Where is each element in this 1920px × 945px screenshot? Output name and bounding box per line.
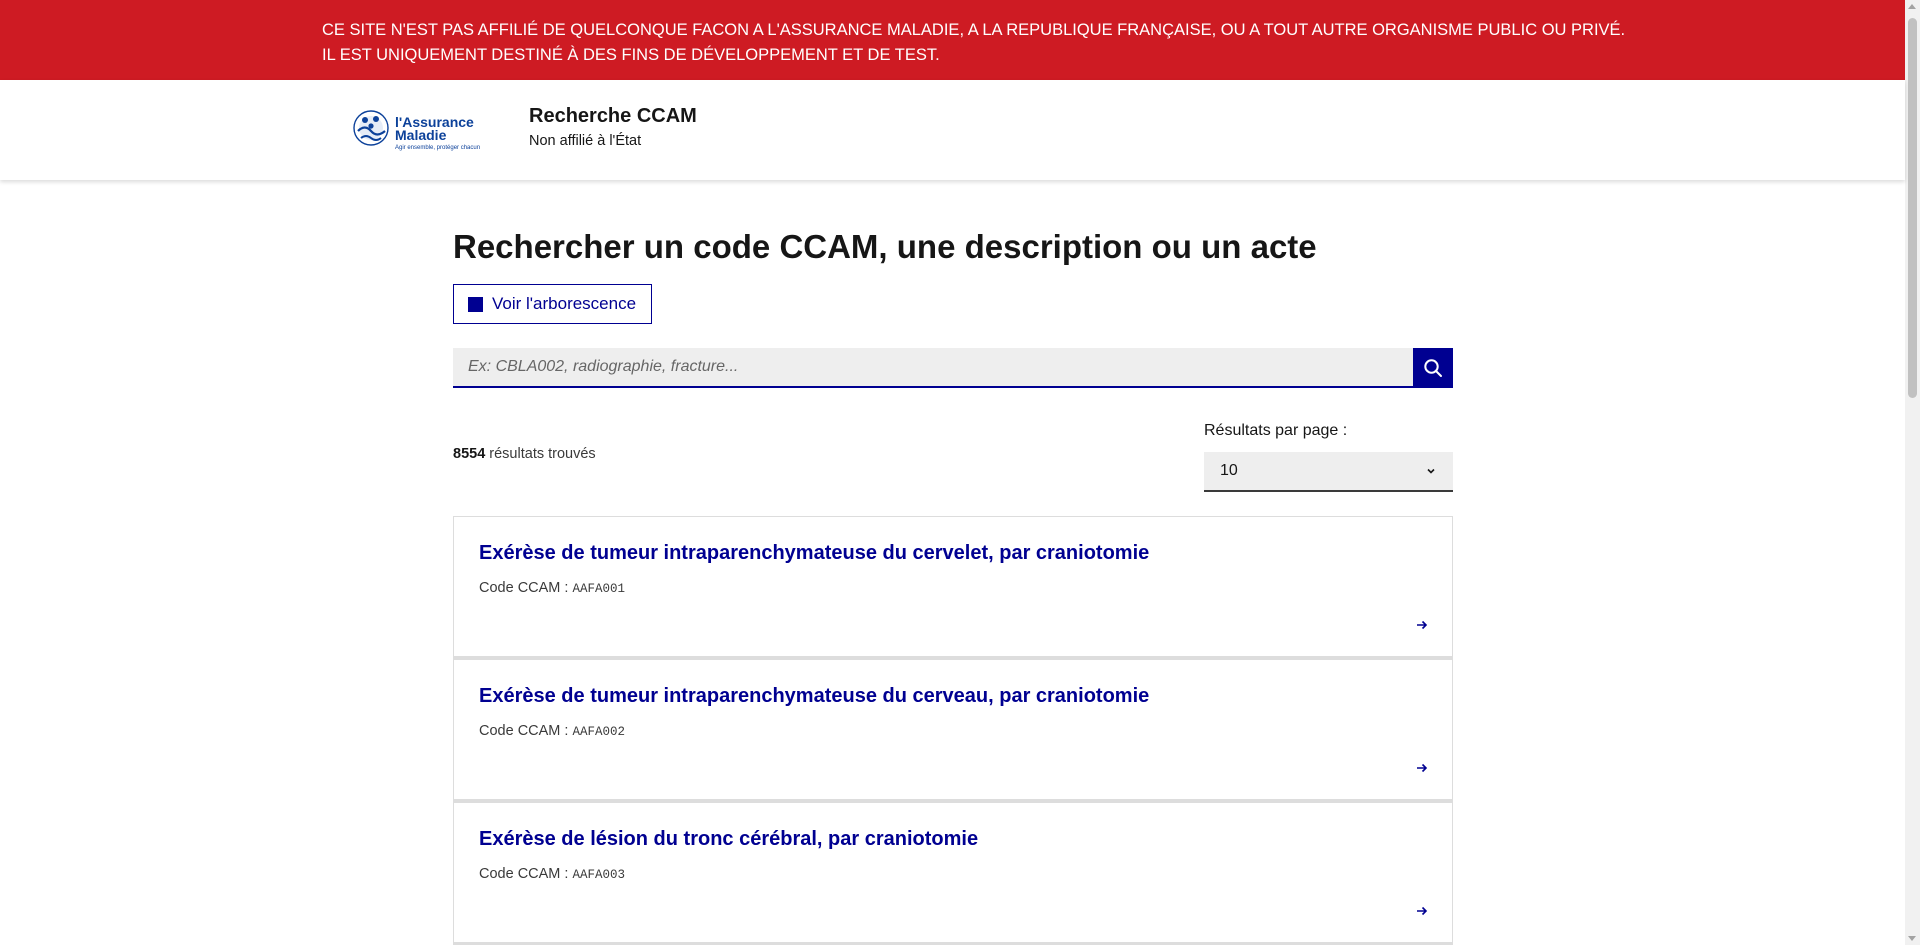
- result-code-label: Code CCAM :: [479, 723, 573, 739]
- arrow-right-icon: [1417, 620, 1428, 630]
- arrow-right-icon: [1417, 906, 1428, 916]
- result-card[interactable]: Exérèse de tumeur intraparenchymateuse d…: [453, 659, 1453, 802]
- results-count-number: 8554: [453, 446, 486, 462]
- scroll-up-arrow-icon[interactable]: [1908, 4, 1916, 9]
- result-code: AAFA001: [572, 582, 625, 596]
- per-page-selected-value: 10: [1220, 462, 1238, 479]
- results-count: 8554 résultats trouvés: [453, 446, 596, 462]
- square-icon: [468, 296, 483, 312]
- result-card[interactable]: Exérèse de lésion du tronc cérébral, par…: [453, 802, 1453, 945]
- page: CE SITE N'EST PAS AFFILIÉ DE QUELCONQUE …: [0, 0, 1920, 945]
- search-button[interactable]: [1413, 348, 1453, 388]
- results-count-label: résultats trouvés: [485, 446, 596, 462]
- result-code: AAFA002: [572, 725, 625, 739]
- vertical-scrollbar[interactable]: [1905, 0, 1920, 945]
- warning-banner: CE SITE N'EST PAS AFFILIÉ DE QUELCONQUE …: [0, 0, 1905, 80]
- per-page-select[interactable]: 10: [1204, 452, 1453, 492]
- warning-banner-line-2: IL EST UNIQUEMENT DESTINÉ À DES FINS DE …: [322, 46, 940, 64]
- result-code-label: Code CCAM :: [479, 580, 573, 596]
- assurance-maladie-logo[interactable]: l'Assurance Maladie Agir ensemble, proté…: [352, 107, 494, 153]
- page-title: Rechercher un code CCAM, une description…: [453, 228, 1317, 265]
- site-subtitle: Non affilié à l'État: [529, 133, 642, 149]
- view-tree-button[interactable]: Voir l'arborescence: [453, 284, 653, 324]
- scroll-down-arrow-icon[interactable]: [1908, 936, 1916, 941]
- warning-banner-line-1: CE SITE N'EST PAS AFFILIÉ DE QUELCONQUE …: [322, 21, 1626, 39]
- result-code-line: Code CCAM : AAFA002: [479, 723, 625, 739]
- result-code-line: Code CCAM : AAFA001: [479, 580, 625, 596]
- result-code-label: Code CCAM :: [479, 866, 573, 882]
- chevron-down-icon: [1427, 468, 1435, 474]
- search-input[interactable]: [453, 348, 1413, 388]
- result-card[interactable]: Exérèse de tumeur intraparenchymateuse d…: [453, 516, 1453, 659]
- search-bar: [453, 348, 1453, 388]
- site-header: l'Assurance Maladie Agir ensemble, proté…: [0, 80, 1905, 180]
- view-tree-button-label: Voir l'arborescence: [492, 294, 637, 313]
- scrollbar-thumb[interactable]: [1908, 18, 1917, 398]
- per-page-label: Résultats par page :: [1204, 422, 1348, 439]
- site-title[interactable]: Recherche CCAM: [529, 105, 697, 128]
- arrow-right-icon: [1417, 763, 1428, 773]
- result-code: AAFA003: [572, 868, 625, 882]
- search-icon: [1424, 359, 1442, 377]
- result-title[interactable]: Exérèse de tumeur intraparenchymateuse d…: [479, 685, 1149, 708]
- result-code-line: Code CCAM : AAFA003: [479, 866, 625, 882]
- result-title[interactable]: Exérèse de tumeur intraparenchymateuse d…: [479, 542, 1149, 565]
- logo-tagline: Agir ensemble, protéger chacun: [395, 145, 480, 151]
- results-list: Exérèse de tumeur intraparenchymateuse d…: [453, 516, 1453, 945]
- logo-name-line-2: Maladie: [395, 127, 447, 143]
- result-title[interactable]: Exérèse de lésion du tronc cérébral, par…: [479, 828, 978, 851]
